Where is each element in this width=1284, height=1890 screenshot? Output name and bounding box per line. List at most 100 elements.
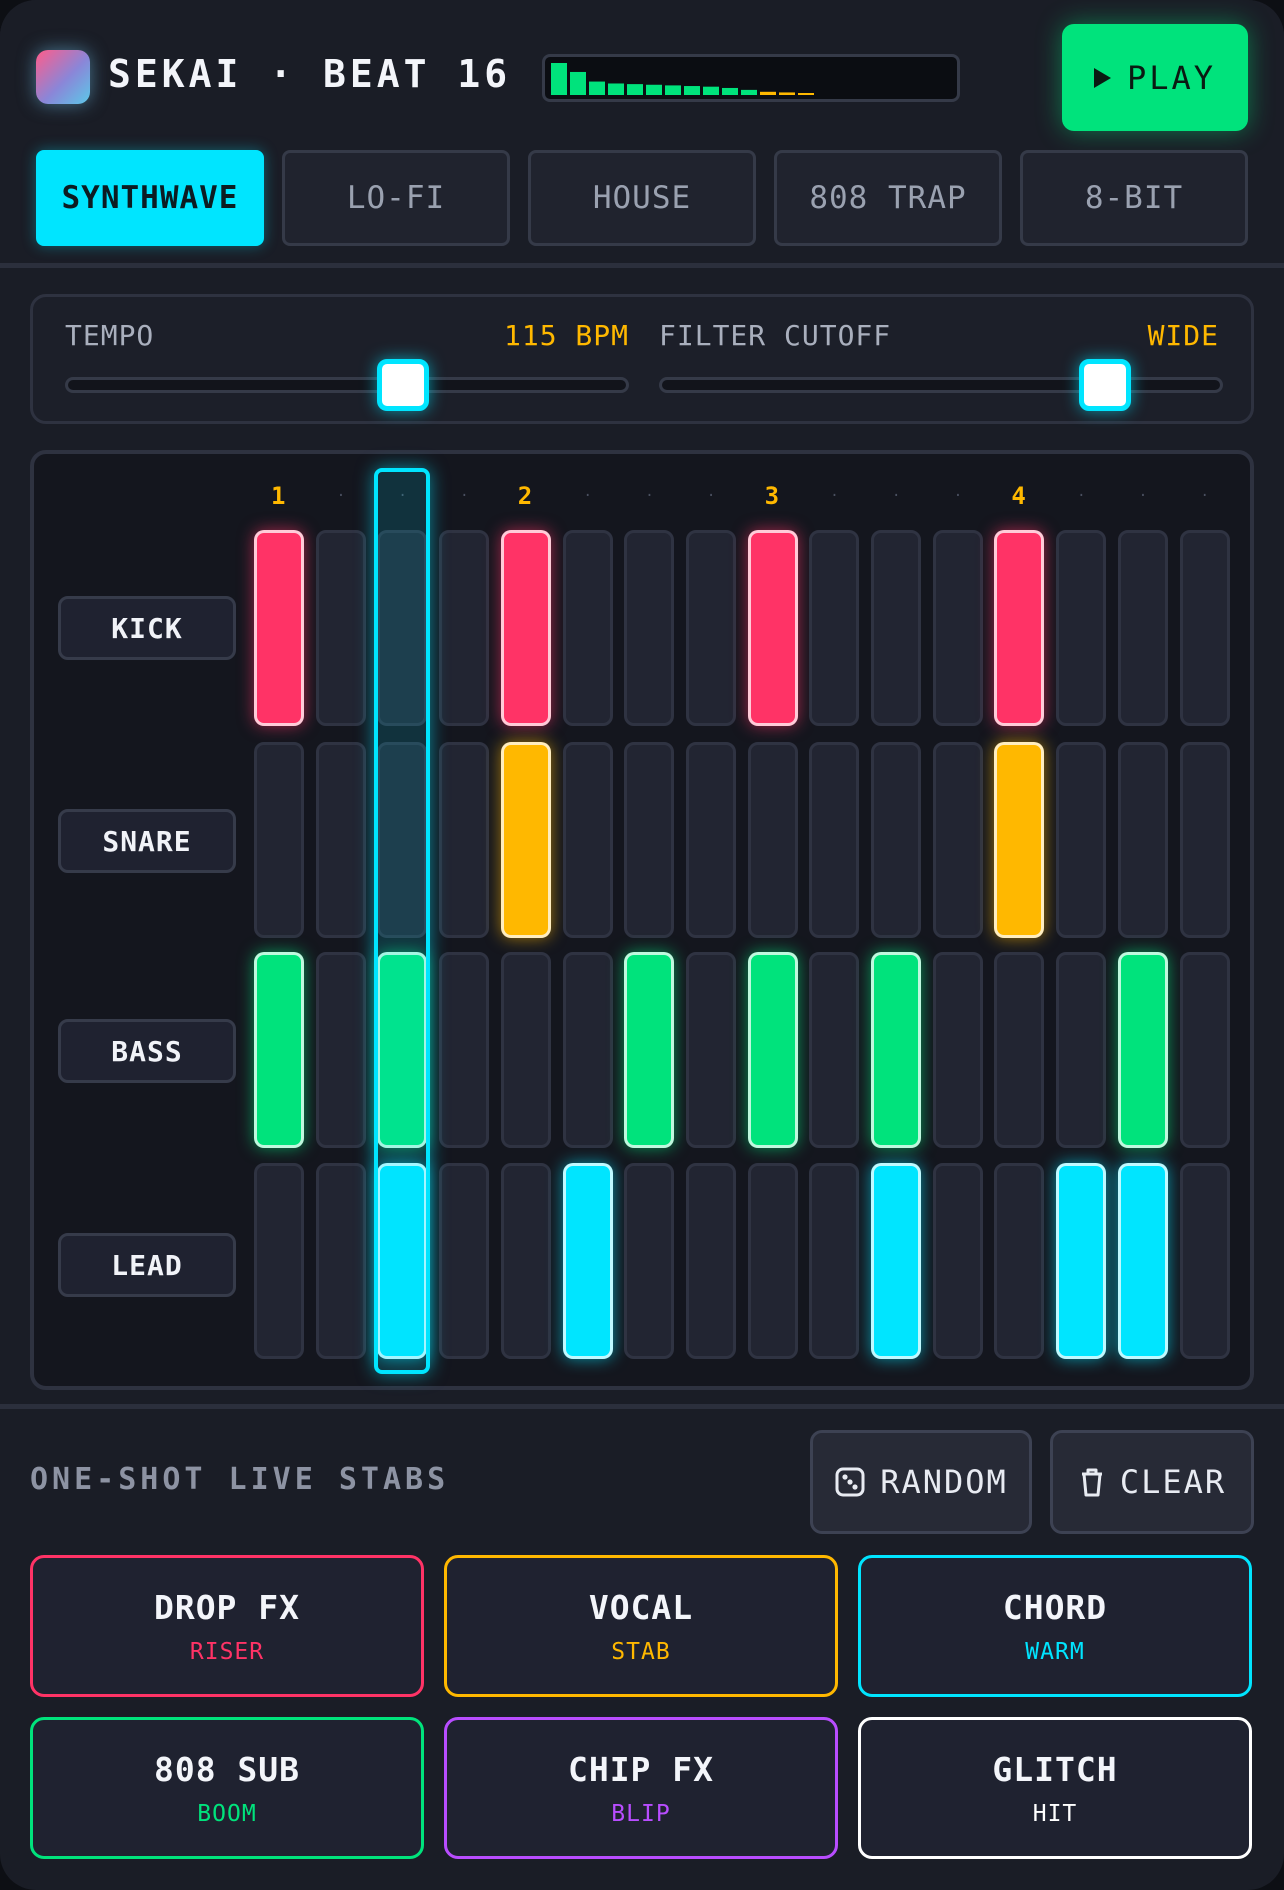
step-snare-10[interactable] [809, 742, 860, 938]
step-bass-16[interactable] [1179, 952, 1230, 1148]
step-snare-15[interactable] [1117, 742, 1168, 938]
step-snare-8[interactable] [685, 742, 736, 938]
step-bass-14[interactable] [1056, 952, 1107, 1148]
meter-bar [551, 63, 567, 95]
step-snare-14[interactable] [1056, 742, 1107, 938]
step-snare-16[interactable] [1179, 742, 1230, 938]
random-button[interactable]: RANDOM [810, 1430, 1032, 1534]
tab-synthwave[interactable]: SYNTHWAVE [36, 150, 264, 246]
step-bass-13[interactable] [994, 952, 1045, 1148]
step-lead-16[interactable] [1179, 1163, 1230, 1359]
trash-icon [1081, 1468, 1102, 1497]
row-label-snare[interactable]: SNARE [58, 809, 236, 873]
step-kick-14[interactable] [1056, 530, 1107, 726]
step-bass-8[interactable] [685, 952, 736, 1148]
meter-bar [741, 89, 757, 95]
step-lead-4[interactable] [439, 1163, 490, 1359]
step-bass-10[interactable] [809, 952, 860, 1148]
step-kick-9[interactable] [747, 530, 798, 726]
step-lead-8[interactable] [685, 1163, 736, 1359]
step-lead-1[interactable] [254, 1163, 304, 1359]
step-kick-8[interactable] [685, 530, 736, 726]
step-snare-6[interactable] [562, 742, 613, 938]
dice-icon [835, 1467, 865, 1497]
step-snare-4[interactable] [439, 742, 490, 938]
step-kick-7[interactable] [624, 530, 675, 726]
beat-app: SEKAI · BEAT 16 PLAY SYNTHWAVE LO-FI HOU… [0, 0, 1284, 1890]
step-kick-5[interactable] [500, 530, 551, 726]
stab-pad-chip-fx[interactable]: CHIP FX BLIP [444, 1717, 838, 1859]
pad-subtitle: BOOM [197, 1800, 257, 1827]
step-snare-13[interactable] [994, 742, 1045, 938]
step-kick-6[interactable] [562, 530, 613, 726]
step-kick-4[interactable] [439, 530, 490, 726]
play-button[interactable]: PLAY [1062, 24, 1248, 131]
tab-lo-fi[interactable]: LO-FI [282, 150, 510, 246]
clear-button[interactable]: CLEAR [1050, 1430, 1254, 1534]
meter-bar [760, 91, 776, 95]
step-kick-13[interactable] [994, 530, 1045, 726]
step-bass-12[interactable] [932, 952, 983, 1148]
row-label-kick[interactable]: KICK [58, 596, 236, 660]
random-label: RANDOM [880, 1463, 1008, 1501]
step-lead-7[interactable] [624, 1163, 675, 1359]
step-bass-2[interactable] [315, 952, 366, 1148]
filter-slider-track[interactable] [659, 377, 1223, 393]
filter-slider-thumb[interactable] [1078, 359, 1131, 411]
pad-subtitle: BLIP [611, 1800, 671, 1827]
step-lead-15[interactable] [1117, 1163, 1168, 1359]
step-bass-6[interactable] [562, 952, 613, 1148]
row-label-bass[interactable]: BASS [58, 1019, 236, 1083]
tempo-slider-thumb[interactable] [377, 359, 430, 411]
step-lead-6[interactable] [562, 1163, 613, 1359]
step-lead-9[interactable] [747, 1163, 798, 1359]
pad-subtitle: RISER [189, 1638, 265, 1665]
tempo-slider-track[interactable] [65, 377, 629, 393]
meter-bar [627, 84, 643, 95]
step-bass-4[interactable] [439, 952, 490, 1148]
step-snare-5[interactable] [500, 742, 551, 938]
step-snare-9[interactable] [747, 742, 798, 938]
step-kick-1[interactable] [254, 530, 304, 726]
step-snare-2[interactable] [315, 742, 366, 938]
row-label-lead[interactable]: LEAD [58, 1233, 236, 1297]
beat-dot: · [1138, 488, 1148, 504]
section-divider [0, 1404, 1284, 1409]
app-title: SEKAI · BEAT 16 [108, 52, 512, 96]
step-kick-12[interactable] [932, 530, 983, 726]
step-kick-11[interactable] [871, 530, 921, 726]
step-snare-1[interactable] [254, 742, 304, 938]
tab-808-trap[interactable]: 808 TRAP [774, 150, 1002, 246]
step-lead-2[interactable] [315, 1163, 366, 1359]
step-bass-7[interactable] [624, 952, 675, 1148]
step-kick-15[interactable] [1117, 530, 1168, 726]
step-lead-14[interactable] [1056, 1163, 1107, 1359]
step-lead-10[interactable] [809, 1163, 860, 1359]
tab-house[interactable]: HOUSE [528, 150, 756, 246]
step-lead-12[interactable] [932, 1163, 983, 1359]
step-snare-7[interactable] [624, 742, 675, 938]
step-snare-11[interactable] [871, 742, 921, 938]
step-kick-10[interactable] [809, 530, 860, 726]
playhead [374, 468, 431, 1374]
step-bass-1[interactable] [254, 952, 304, 1148]
stab-pad-vocal[interactable]: VOCAL STAB [444, 1555, 838, 1697]
beat-dot: · [645, 488, 654, 504]
step-lead-11[interactable] [871, 1163, 921, 1359]
step-bass-15[interactable] [1117, 952, 1168, 1148]
step-bass-5[interactable] [500, 952, 551, 1148]
stab-pad-glitch[interactable]: GLITCH HIT [858, 1717, 1252, 1859]
meter-bar [589, 81, 605, 95]
stab-pad-drop-fx[interactable]: DROP FX RISER [30, 1555, 424, 1697]
step-bass-11[interactable] [871, 952, 921, 1148]
meter-bar [798, 93, 814, 95]
step-lead-5[interactable] [500, 1163, 551, 1359]
stab-pad-808-sub[interactable]: 808 SUB BOOM [30, 1717, 424, 1859]
stab-pad-chord[interactable]: CHORD WARM [858, 1555, 1252, 1697]
step-snare-12[interactable] [932, 742, 983, 938]
step-kick-2[interactable] [315, 530, 366, 726]
step-lead-13[interactable] [994, 1163, 1045, 1359]
step-kick-16[interactable] [1179, 530, 1230, 726]
step-bass-9[interactable] [747, 952, 798, 1148]
tab-8-bit[interactable]: 8-BIT [1020, 150, 1248, 246]
